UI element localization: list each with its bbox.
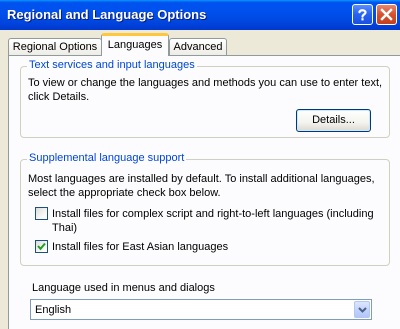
tab-languages[interactable]: Languages <box>101 33 169 56</box>
complex-script-checkbox[interactable] <box>35 207 48 220</box>
dialog-window: Regional and Language Options Regional O… <box>0 0 400 329</box>
question-mark-icon <box>358 9 367 21</box>
help-button[interactable] <box>352 4 373 25</box>
east-asian-label[interactable]: Install files for East Asian languages <box>52 240 228 254</box>
menus-language-select[interactable]: English <box>30 299 372 320</box>
complex-script-label[interactable]: Install files for complex script and rig… <box>52 207 387 235</box>
east-asian-checkbox[interactable] <box>35 240 48 253</box>
dropdown-button[interactable] <box>354 301 370 318</box>
menus-language-value: English <box>35 304 72 316</box>
text-services-description: To view or change the languages and meth… <box>28 77 383 103</box>
window-title: Regional and Language Options <box>7 7 207 22</box>
supplemental-title: Supplemental language support <box>27 152 187 165</box>
tab-advanced[interactable]: Advanced <box>169 38 227 56</box>
tab-regional-options[interactable]: Regional Options <box>8 38 102 56</box>
details-button[interactable]: Details... <box>296 109 371 132</box>
close-icon <box>380 8 393 21</box>
chevron-down-icon <box>358 307 367 313</box>
text-services-title: Text services and input languages <box>27 59 197 72</box>
menus-language-label: Language used in menus and dialogs <box>32 282 215 294</box>
checkmark-icon <box>37 242 46 251</box>
supplemental-description: Most languages are installed by default.… <box>28 173 375 199</box>
close-button[interactable] <box>376 4 397 25</box>
title-bar[interactable]: Regional and Language Options <box>0 0 400 30</box>
